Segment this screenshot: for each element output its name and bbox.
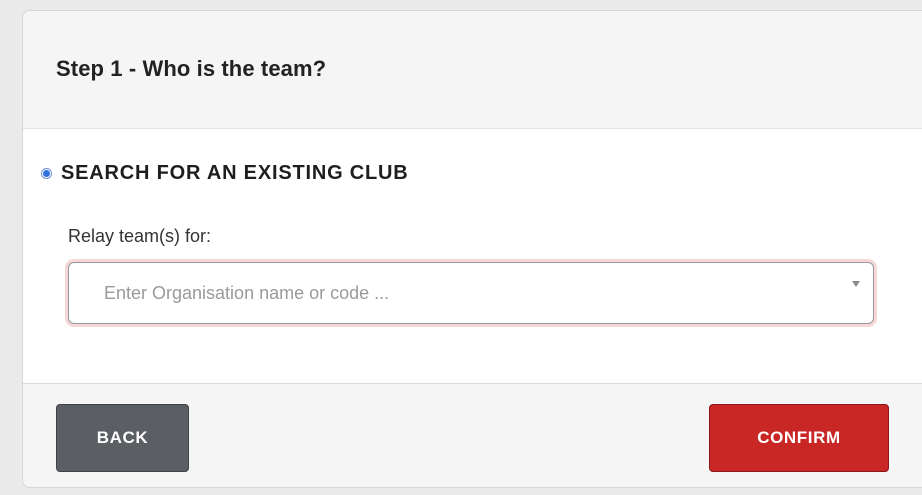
search-club-radio[interactable] [41, 168, 52, 179]
search-existing-club-option[interactable]: SEARCH FOR AN EXISTING CLUB [41, 162, 409, 185]
back-button[interactable]: BACK [56, 404, 189, 472]
relay-team-label: Relay team(s) for: [68, 226, 212, 246]
confirm-button[interactable]: CONFIRM [709, 404, 889, 472]
search-club-label: SEARCH FOR AN EXISTING CLUB [61, 162, 409, 184]
chevron-down-icon[interactable] [852, 281, 860, 287]
organisation-select[interactable]: Enter Organisation name or code ... [68, 262, 874, 324]
radio-selected-dot [43, 170, 50, 177]
organisation-select-placeholder: Enter Organisation name or code ... [104, 283, 390, 303]
step-title: Step 1 - Who is the team? [56, 56, 327, 81]
card-body: SEARCH FOR AN EXISTING CLUB Relay team(s… [23, 129, 922, 383]
step-card: Step 1 - Who is the team? SEARCH FOR AN … [22, 10, 922, 488]
card-header: Step 1 - Who is the team? [23, 11, 922, 129]
card-footer: BACK CONFIRM [23, 383, 922, 487]
